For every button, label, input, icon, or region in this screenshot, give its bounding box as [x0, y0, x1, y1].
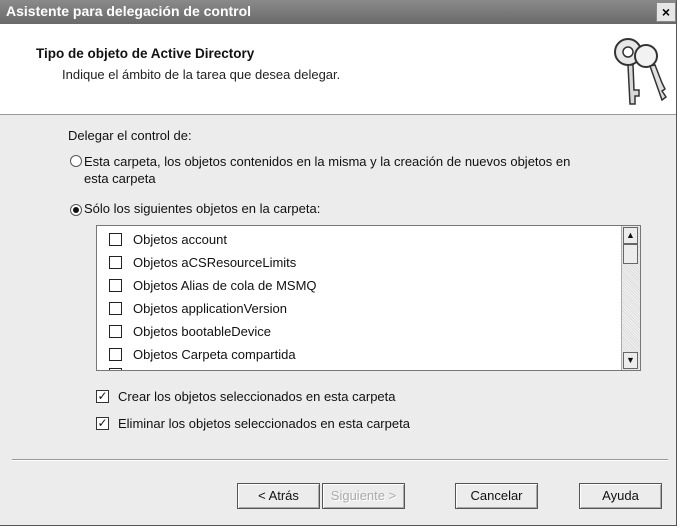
- keys-icon: [614, 38, 668, 105]
- list-item-label: Objetos applicationVersion: [133, 301, 287, 316]
- next-button[interactable]: Siguiente >: [322, 483, 405, 509]
- list-scrollbar[interactable]: ▲ ▼: [621, 226, 640, 370]
- help-button[interactable]: Ayuda: [579, 483, 662, 509]
- list-item-label: Objetos Carpeta compartida: [133, 347, 296, 362]
- list-item-checkbox[interactable]: [109, 368, 122, 370]
- cancel-button[interactable]: Cancelar: [455, 483, 538, 509]
- delegate-label: Delegar el control de:: [68, 128, 192, 143]
- delete-objects-label: Eliminar los objetos seleccionados en es…: [118, 416, 410, 431]
- radio-following-objects-label: Sólo los siguientes objetos en la carpet…: [84, 201, 321, 216]
- window-title: Asistente para delegación de control: [6, 3, 252, 19]
- list-item-label: Objetos account: [133, 232, 227, 247]
- create-objects-label: Crear los objetos seleccionados en esta …: [118, 389, 396, 404]
- list-item-checkbox[interactable]: [109, 256, 122, 269]
- header-subtitle: Indique el ámbito de la tarea que desea …: [62, 67, 341, 82]
- list-item-checkbox[interactable]: [109, 279, 122, 292]
- title-bar[interactable]: Asistente para delegación de control ×: [0, 0, 676, 24]
- list-item-label: Objetos Alias de cola de MSMQ: [133, 278, 317, 293]
- list-item-checkbox[interactable]: [109, 302, 122, 315]
- list-item-checkbox[interactable]: [109, 233, 122, 246]
- list-item-checkbox[interactable]: [109, 348, 122, 361]
- close-button[interactable]: ×: [656, 2, 676, 22]
- wizard-window: Asistente para delegación de control × T…: [0, 0, 677, 526]
- object-type-list[interactable]: Objetos account Objetos aCSResourceLimit…: [96, 225, 641, 371]
- footer-separator: [12, 459, 668, 461]
- header-title: Tipo de objeto de Active Directory: [36, 46, 255, 61]
- delete-objects-checkbox[interactable]: ✓: [96, 417, 109, 430]
- back-button[interactable]: < Atrás: [237, 483, 320, 509]
- radio-this-folder[interactable]: [70, 155, 82, 167]
- scroll-thumb[interactable]: [623, 244, 638, 264]
- radio-this-folder-label: Esta carpeta, los objetos contenidos en …: [84, 154, 571, 169]
- radio-following-objects[interactable]: [70, 204, 82, 216]
- list-item-label: Objetos aCSResourceLimits: [133, 255, 297, 270]
- list-item-checkbox[interactable]: [109, 325, 122, 338]
- wizard-content: Delegar el control de: Esta carpeta, los…: [0, 115, 676, 460]
- list-item-label: Objetos bootableDevice: [133, 324, 272, 339]
- scroll-down-button[interactable]: ▼: [623, 352, 638, 369]
- create-objects-checkbox[interactable]: ✓: [96, 390, 109, 403]
- wizard-header: Tipo de objeto de Active Directory Indiq…: [0, 24, 676, 115]
- radio-this-folder-label-line2: esta carpeta: [84, 171, 156, 186]
- scroll-up-button[interactable]: ▲: [623, 227, 638, 244]
